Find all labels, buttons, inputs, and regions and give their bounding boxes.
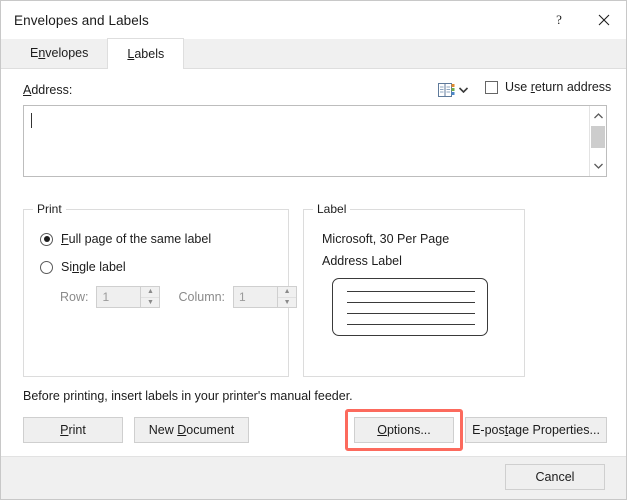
close-button[interactable] — [581, 1, 626, 39]
svg-text:?: ? — [556, 13, 562, 27]
tab-envelopes[interactable]: Envelopes — [11, 38, 107, 68]
tab-envelopes-label: Envelopes — [30, 46, 88, 60]
row-decrement-button[interactable]: ▼ — [141, 298, 159, 308]
row-value: 1 — [97, 287, 140, 307]
checkbox-box — [485, 81, 498, 94]
labels-tab-panel: Address: Use return address — [1, 69, 626, 459]
label-group: Label Microsoft, 30 Per Page Address Lab… — [303, 209, 525, 377]
radio-single-label[interactable]: Single label — [40, 260, 126, 274]
use-return-address-checkbox[interactable]: Use return address — [485, 80, 611, 94]
chevron-down-icon — [594, 163, 603, 169]
preview-line — [347, 324, 475, 325]
row-caption: Row: — [60, 290, 88, 304]
chevron-down-icon — [459, 87, 468, 93]
printing-hint: Before printing, insert labels in your p… — [23, 389, 353, 403]
new-document-button-label: New Document — [149, 423, 234, 437]
close-icon — [598, 14, 610, 26]
label-product-line: Microsoft, 30 Per Page — [322, 232, 449, 246]
column-caption: Column: — [178, 290, 225, 304]
label-group-title: Label — [313, 202, 350, 216]
print-button-label: Print — [60, 423, 86, 437]
new-document-button[interactable]: New Document — [134, 417, 249, 443]
address-book-button[interactable] — [438, 80, 478, 100]
tab-labels[interactable]: Labels — [107, 38, 184, 69]
column-decrement-button[interactable]: ▼ — [278, 298, 296, 308]
row-column-controls: Row: 1 ▲ ▼ Column: 1 ▲ ▼ — [60, 286, 297, 308]
row-increment-button[interactable]: ▲ — [141, 287, 159, 298]
text-caret — [31, 113, 32, 128]
options-button-label: Options... — [377, 423, 431, 437]
title-bar-buttons: ? — [536, 1, 626, 39]
tab-strip: Envelopes Labels — [1, 39, 626, 69]
print-button[interactable]: Print — [23, 417, 123, 443]
address-input[interactable] — [24, 106, 589, 176]
radio-single-label-label: Single label — [61, 260, 126, 274]
address-input-wrapper — [23, 105, 607, 177]
scrollbar-thumb[interactable] — [591, 126, 605, 148]
epostage-properties-button[interactable]: E-postage Properties... — [465, 417, 607, 443]
window-title: Envelopes and Labels — [14, 13, 149, 28]
cancel-button[interactable]: Cancel — [505, 464, 605, 490]
epostage-properties-button-label: E-postage Properties... — [472, 423, 600, 437]
address-book-icon — [438, 83, 455, 98]
row-stepper[interactable]: 1 ▲ ▼ — [96, 286, 160, 308]
title-bar: Envelopes and Labels ? — [1, 1, 626, 39]
chevron-up-icon — [594, 113, 603, 119]
column-increment-button[interactable]: ▲ — [278, 287, 296, 298]
column-stepper-buttons: ▲ ▼ — [277, 287, 296, 307]
use-return-address-label: Use return address — [505, 80, 611, 94]
preview-line — [347, 291, 475, 292]
cancel-button-label: Cancel — [536, 470, 575, 484]
radio-full-page-label: Full page of the same label — [61, 232, 211, 246]
address-caption: Address: — [23, 83, 72, 97]
label-preview-icon[interactable] — [332, 278, 488, 336]
preview-line — [347, 302, 475, 303]
print-group: Print Full page of the same label Single… — [23, 209, 289, 377]
column-stepper[interactable]: 1 ▲ ▼ — [233, 286, 297, 308]
scroll-up-button[interactable] — [590, 108, 607, 124]
help-button[interactable]: ? — [536, 1, 581, 39]
print-group-title: Print — [33, 202, 66, 216]
column-value: 1 — [234, 287, 277, 307]
label-type-line: Address Label — [322, 254, 402, 268]
preview-line — [347, 313, 475, 314]
address-scrollbar[interactable] — [589, 106, 606, 176]
radio-full-page[interactable]: Full page of the same label — [40, 232, 211, 246]
row-stepper-buttons: ▲ ▼ — [140, 287, 159, 307]
radio-indicator — [40, 233, 53, 246]
question-mark-icon: ? — [552, 13, 566, 27]
dialog-footer: Cancel — [1, 456, 626, 499]
scrollbar-track[interactable] — [590, 124, 606, 158]
options-button[interactable]: Options... — [354, 417, 454, 443]
tab-labels-label: Labels — [127, 47, 164, 61]
scroll-down-button[interactable] — [590, 158, 607, 174]
radio-indicator — [40, 261, 53, 274]
envelopes-and-labels-dialog: Envelopes and Labels ? Envelopes Labels … — [0, 0, 627, 500]
